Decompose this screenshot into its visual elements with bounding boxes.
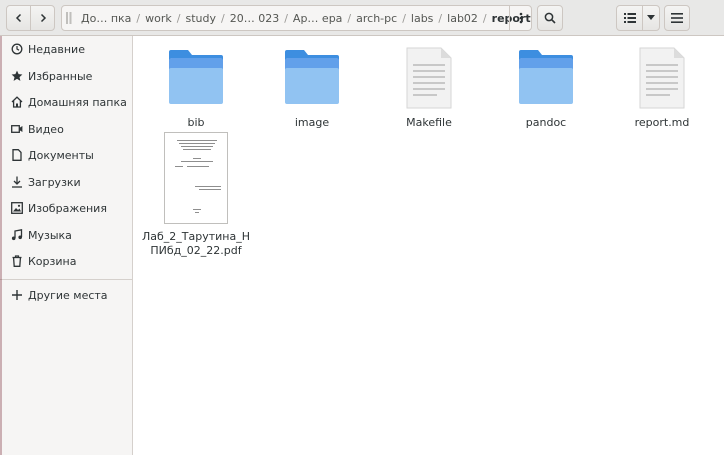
trash-icon bbox=[11, 255, 23, 267]
search-icon bbox=[544, 12, 556, 24]
kebab-icon bbox=[519, 12, 522, 24]
file-item-text[interactable]: Makefile bbox=[374, 46, 484, 130]
crumb-arch-pc[interactable]: arch-pc bbox=[351, 12, 402, 25]
chevron-down-icon bbox=[647, 15, 655, 20]
sidebar: Недавние Избранные Домашняя папка Видео … bbox=[0, 36, 133, 455]
path-bar[interactable]: До… пка / work / study / 20… 023 / Ар… е… bbox=[61, 5, 532, 31]
text-file-icon bbox=[397, 46, 461, 110]
file-name: image bbox=[294, 116, 330, 129]
music-icon bbox=[11, 229, 23, 241]
path-menu-button[interactable] bbox=[509, 6, 531, 30]
path-left-handle-icon[interactable] bbox=[66, 11, 72, 25]
main-menu-button[interactable] bbox=[664, 5, 690, 31]
view-options-button[interactable] bbox=[642, 5, 660, 31]
document-icon bbox=[11, 149, 23, 161]
hamburger-icon bbox=[671, 13, 683, 23]
file-item-pdf[interactable]: Лаб_2_Тарутина_НПИбд_02_22.pdf bbox=[141, 132, 251, 258]
sidebar-item-starred[interactable]: Избранные bbox=[0, 65, 133, 87]
sidebar-divider bbox=[0, 279, 133, 280]
window-edge bbox=[0, 36, 2, 455]
file-name: report.md bbox=[634, 116, 690, 129]
file-item-text[interactable]: report.md bbox=[607, 46, 717, 130]
clock-icon bbox=[11, 43, 23, 55]
file-item-folder[interactable]: image bbox=[257, 46, 367, 130]
crumb-labs[interactable]: labs bbox=[406, 12, 439, 25]
plus-icon bbox=[11, 289, 23, 301]
file-item-folder[interactable]: bib bbox=[141, 46, 251, 130]
list-view-button[interactable] bbox=[616, 5, 643, 31]
crumb-year[interactable]: 20… 023 bbox=[225, 12, 285, 25]
chevron-left-icon bbox=[15, 13, 21, 23]
file-item-folder[interactable]: pandoc bbox=[491, 46, 601, 130]
sidebar-item-trash[interactable]: Корзина bbox=[0, 250, 133, 272]
sidebar-item-label: Видео bbox=[28, 122, 64, 136]
folder-icon bbox=[280, 46, 344, 110]
sidebar-item-downloads[interactable]: Загрузки bbox=[0, 171, 133, 193]
sidebar-item-label: Другие места bbox=[28, 288, 108, 302]
crumb-documents[interactable]: До… пка bbox=[76, 12, 136, 25]
file-name: Makefile bbox=[406, 116, 452, 129]
file-name: pandoc bbox=[525, 116, 567, 129]
folder-icon bbox=[164, 46, 228, 110]
sidebar-item-label: Музыка bbox=[28, 228, 72, 242]
sidebar-item-other-locations[interactable]: Другие места bbox=[0, 284, 133, 306]
list-view-icon bbox=[623, 13, 636, 23]
crumb-lab02[interactable]: lab02 bbox=[442, 12, 483, 25]
header-bar: До… пка / work / study / 20… 023 / Ар… е… bbox=[0, 0, 724, 36]
sidebar-item-documents[interactable]: Документы bbox=[0, 144, 133, 166]
sidebar-item-videos[interactable]: Видео bbox=[0, 118, 133, 140]
sidebar-item-label: Домашняя папка bbox=[28, 95, 127, 109]
file-name: bib bbox=[187, 116, 205, 129]
sidebar-item-label: Недавние bbox=[28, 42, 85, 56]
sidebar-item-home[interactable]: Домашняя папка bbox=[0, 91, 133, 113]
chevron-right-icon bbox=[40, 13, 46, 23]
file-view[interactable]: bib image Makefile pandoc report.md Лаб_… bbox=[134, 36, 724, 455]
download-icon bbox=[11, 176, 23, 188]
sidebar-item-music[interactable]: Музыка bbox=[0, 224, 133, 246]
forward-button[interactable] bbox=[30, 5, 55, 31]
crumb-architecture[interactable]: Ар… ера bbox=[288, 12, 348, 25]
sidebar-item-pictures[interactable]: Изображения bbox=[0, 197, 133, 219]
crumb-study[interactable]: study bbox=[180, 12, 221, 25]
sidebar-item-label: Документы bbox=[28, 148, 94, 162]
pdf-thumbnail bbox=[164, 132, 228, 224]
back-button[interactable] bbox=[6, 5, 31, 31]
video-icon bbox=[11, 123, 23, 135]
sidebar-item-label: Загрузки bbox=[28, 175, 81, 189]
text-file-icon bbox=[630, 46, 694, 110]
sidebar-item-label: Изображения bbox=[28, 201, 107, 215]
crumb-work[interactable]: work bbox=[140, 12, 177, 25]
search-button[interactable] bbox=[537, 5, 563, 31]
folder-icon bbox=[514, 46, 578, 110]
image-icon bbox=[11, 202, 23, 214]
sidebar-item-label: Корзина bbox=[28, 254, 77, 268]
home-icon bbox=[11, 96, 23, 108]
sidebar-item-label: Избранные bbox=[28, 69, 93, 83]
file-name: Лаб_2_Тарутина_НПИбд_02_22.pdf bbox=[141, 230, 250, 257]
sidebar-item-recent[interactable]: Недавние bbox=[0, 38, 133, 60]
star-icon bbox=[11, 70, 23, 82]
